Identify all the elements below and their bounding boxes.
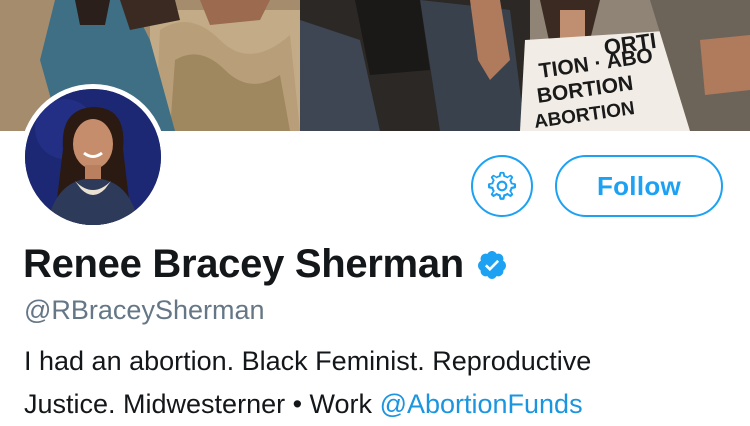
avatar-image [25, 89, 161, 225]
profile-handle: @RBraceySherman [24, 295, 265, 325]
bio-line-2: Justice. Midwesterner • Work @AbortionFu… [24, 383, 724, 426]
bio-line-1: I had an abortion. Black Feminist. Repro… [24, 346, 592, 376]
verified-badge-icon [477, 250, 506, 279]
gear-icon [487, 171, 517, 200]
bio-line-2-text: Justice. Midwesterner • Work [24, 389, 380, 419]
settings-button[interactable] [471, 155, 533, 217]
avatar[interactable] [25, 89, 161, 225]
display-name: Renee Bracey Sherman [23, 242, 464, 286]
profile-bio: I had an abortion. Black Feminist. Repro… [24, 340, 724, 426]
avatar-frame[interactable] [20, 84, 166, 230]
profile-name-row: Renee Bracey Sherman [23, 242, 508, 287]
follow-button[interactable]: Follow [555, 155, 723, 217]
bio-mention-link[interactable]: @AbortionFunds [380, 389, 583, 419]
